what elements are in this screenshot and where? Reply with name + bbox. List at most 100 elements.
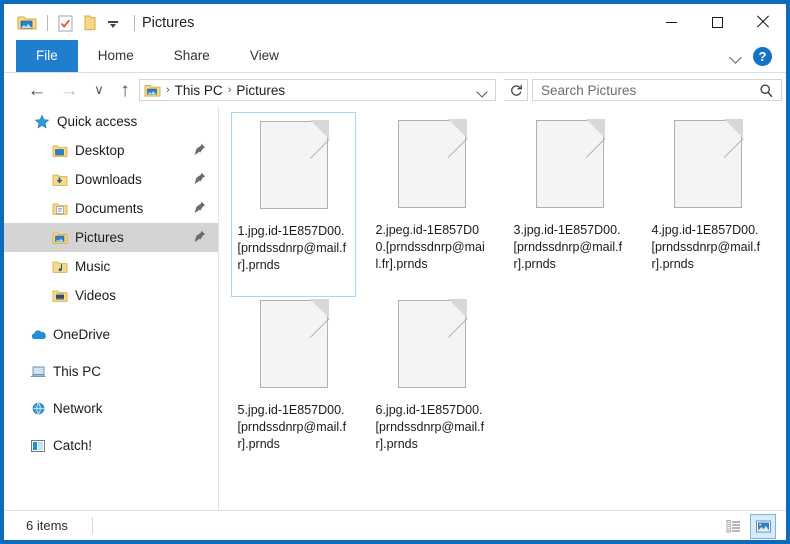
pictures-folder-icon xyxy=(144,83,161,98)
desktop-folder-icon xyxy=(52,143,68,159)
pictures-folder-icon xyxy=(52,230,68,246)
sidebar-item-label: Pictures xyxy=(75,230,124,245)
tab-view[interactable]: View xyxy=(230,40,299,72)
generic-file-icon xyxy=(673,119,744,208)
breadcrumb-bar[interactable]: › This PC › Pictures xyxy=(139,79,496,101)
maximize-button[interactable] xyxy=(694,4,740,40)
ribbon-tabs: File Home Share View xyxy=(16,40,299,72)
ribbon-tab-strip: File Home Share View ? xyxy=(4,40,786,72)
status-divider xyxy=(92,517,93,534)
sidebar-item-catch[interactable]: Catch! xyxy=(4,431,218,460)
sidebar-item-label: Desktop xyxy=(75,143,125,158)
sidebar-item-onedrive[interactable]: OneDrive xyxy=(4,320,218,349)
view-mode-buttons xyxy=(722,514,776,539)
file-item[interactable]: 6.jpg.id-1E857D00.[prndssdnrp@mail.fr].p… xyxy=(369,292,494,477)
refresh-icon xyxy=(510,85,522,96)
explorer-window: Pictures File Home Share View ? ← → ∨ ↑ … xyxy=(0,0,790,544)
file-name-label: 1.jpg.id-1E857D00.[prndssdnrp@mail.fr].p… xyxy=(237,224,347,272)
forward-button[interactable]: → xyxy=(56,77,82,103)
minimize-button[interactable] xyxy=(648,4,694,40)
help-button[interactable]: ? xyxy=(753,46,772,66)
generic-file-icon xyxy=(259,120,330,209)
pin-icon[interactable] xyxy=(194,201,206,217)
sidebar-item-desktop[interactable]: Desktop xyxy=(4,136,218,165)
downloads-folder-icon xyxy=(52,172,68,188)
file-name-label: 5.jpg.id-1E857D00.[prndssdnrp@mail.fr].p… xyxy=(237,403,347,451)
documents-folder-icon xyxy=(52,201,68,217)
sidebar-item-downloads[interactable]: Downloads xyxy=(4,165,218,194)
file-name-label: 3.jpg.id-1E857D00.[prndssdnrp@mail.fr].p… xyxy=(513,223,623,271)
close-button[interactable] xyxy=(740,4,786,40)
navigation-pane: Quick access Desktop Downloads Documents… xyxy=(4,107,218,510)
back-button[interactable]: ← xyxy=(24,77,50,103)
title-bar: Pictures xyxy=(4,4,786,40)
chevron-down-icon[interactable] xyxy=(729,49,743,63)
music-folder-icon xyxy=(52,259,68,275)
sidebar-item-videos[interactable]: Videos xyxy=(4,281,218,310)
file-grid: 1.jpg.id-1E857D00.[prndssdnrp@mail.fr].p… xyxy=(219,107,786,510)
large-icons-view-button[interactable] xyxy=(750,514,776,539)
file-item[interactable]: 5.jpg.id-1E857D00.[prndssdnrp@mail.fr].p… xyxy=(231,292,356,477)
videos-folder-icon xyxy=(52,288,68,304)
sidebar-item-quick-access[interactable]: Quick access xyxy=(4,107,218,136)
sidebar-item-this-pc[interactable]: This PC xyxy=(4,357,218,386)
details-view-button[interactable] xyxy=(722,515,746,538)
window-controls xyxy=(648,4,786,40)
file-item[interactable]: 4.jpg.id-1E857D00.[prndssdnrp@mail.fr].p… xyxy=(645,112,770,297)
item-count-label: 6 items xyxy=(26,518,68,533)
breadcrumb: › This PC › Pictures xyxy=(161,83,289,98)
refresh-button[interactable] xyxy=(504,79,528,101)
qat-divider-1 xyxy=(47,15,48,31)
pin-icon[interactable] xyxy=(194,230,206,246)
properties-icon[interactable] xyxy=(55,13,77,33)
sidebar-item-label: Music xyxy=(75,259,111,274)
file-item[interactable]: 1.jpg.id-1E857D00.[prndssdnrp@mail.fr].p… xyxy=(231,112,356,297)
recent-locations-button[interactable]: ∨ xyxy=(86,77,112,103)
up-button[interactable]: ↑ xyxy=(112,77,138,103)
generic-file-icon xyxy=(397,119,468,208)
pictures-folder-icon[interactable] xyxy=(16,13,38,33)
file-item[interactable]: 2.jpeg.id-1E857D00.[prndssdnrp@mail.fr].… xyxy=(369,112,494,297)
up-arrow-icon: ↑ xyxy=(120,79,130,101)
onedrive-cloud-icon xyxy=(30,327,46,343)
forward-arrow-icon: → xyxy=(59,79,79,101)
pin-icon[interactable] xyxy=(194,143,206,159)
star-icon xyxy=(34,114,50,130)
breadcrumb-this-pc[interactable]: This PC xyxy=(171,83,227,98)
ribbon-right-controls: ? xyxy=(729,40,778,72)
generic-file-icon xyxy=(259,299,330,388)
tab-home[interactable]: Home xyxy=(78,40,154,72)
qat-divider-2 xyxy=(134,15,135,31)
tab-file[interactable]: File xyxy=(16,40,78,72)
generic-file-icon xyxy=(535,119,606,208)
pin-icon[interactable] xyxy=(194,172,206,188)
quick-access-toolbar: Pictures xyxy=(16,12,262,34)
search-placeholder: Search Pictures xyxy=(541,82,637,98)
generic-file-icon xyxy=(397,299,468,388)
tab-share[interactable]: Share xyxy=(154,40,230,72)
customize-dropdown-icon[interactable] xyxy=(107,17,119,29)
sidebar-item-network[interactable]: Network xyxy=(4,394,218,423)
file-list-view[interactable]: 1.jpg.id-1E857D00.[prndssdnrp@mail.fr].p… xyxy=(219,107,786,510)
chevron-down-icon: ∨ xyxy=(94,82,104,97)
window-title: Pictures xyxy=(142,15,195,31)
new-folder-icon[interactable] xyxy=(79,13,101,33)
sidebar-item-music[interactable]: Music xyxy=(4,252,218,281)
search-icon[interactable] xyxy=(759,83,774,104)
back-arrow-icon: ← xyxy=(27,79,47,101)
sidebar-item-pictures[interactable]: Pictures xyxy=(4,223,218,252)
file-name-label: 6.jpg.id-1E857D00.[prndssdnrp@mail.fr].p… xyxy=(375,403,485,451)
main-area: PC risk 7 .com Quick access xyxy=(4,107,786,510)
sidebar-item-label: Quick access xyxy=(57,114,138,129)
search-input[interactable]: Search Pictures xyxy=(532,79,782,101)
sidebar-item-label: Network xyxy=(53,401,103,416)
chevron-down-icon[interactable] xyxy=(477,85,489,97)
details-view-icon xyxy=(726,520,740,533)
breadcrumb-pictures[interactable]: Pictures xyxy=(232,83,289,98)
file-item[interactable]: 3.jpg.id-1E857D00.[prndssdnrp@mail.fr].p… xyxy=(507,112,632,297)
sidebar-item-documents[interactable]: Documents xyxy=(4,194,218,223)
sidebar-item-label: OneDrive xyxy=(53,327,111,342)
catch-icon xyxy=(30,438,46,454)
network-icon xyxy=(30,401,46,417)
sidebar-item-label: Catch! xyxy=(53,438,93,453)
